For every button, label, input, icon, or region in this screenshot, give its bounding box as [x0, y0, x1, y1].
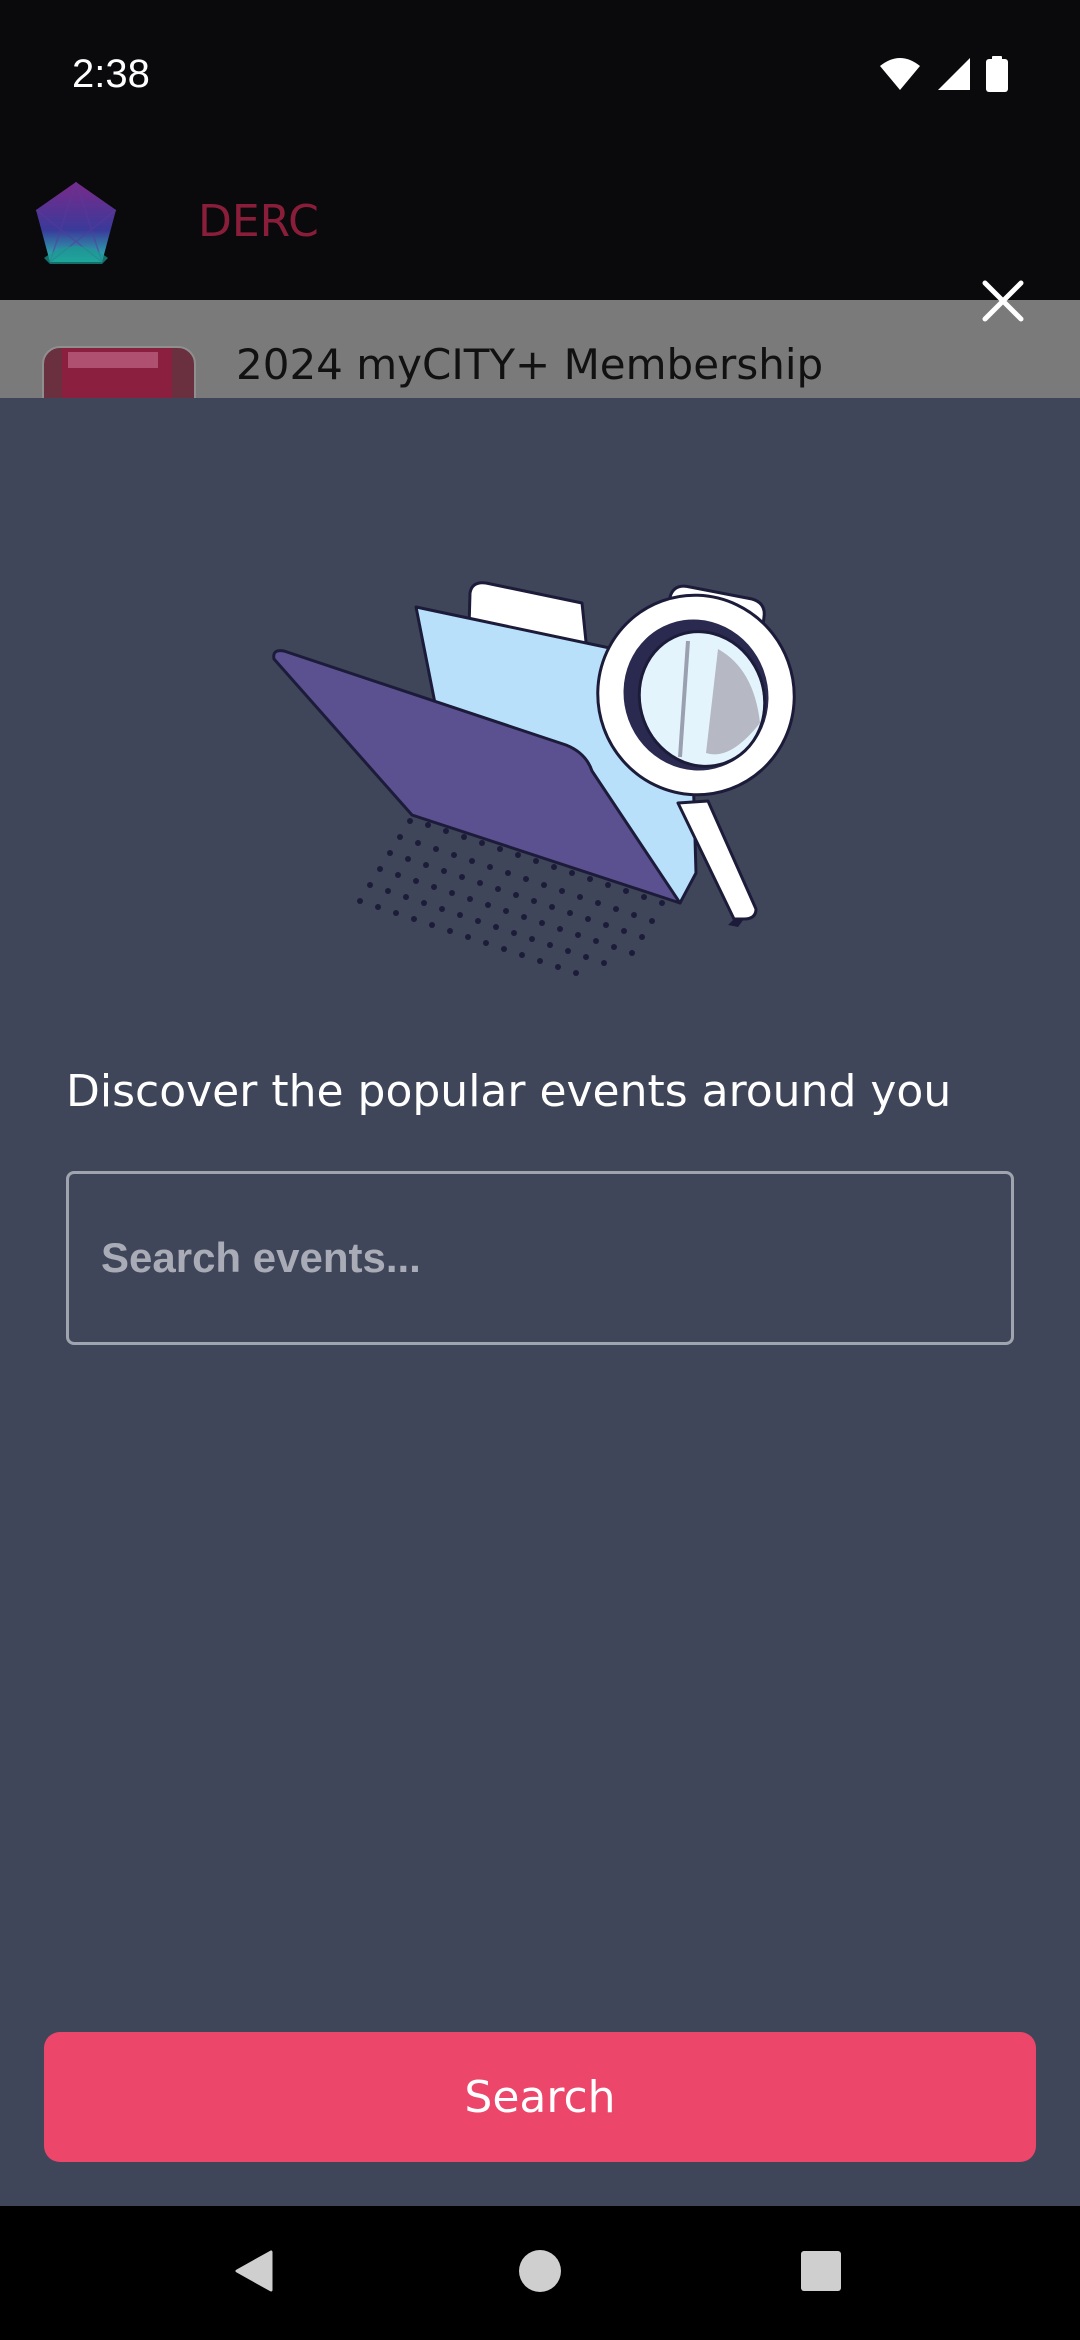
background-item-title: 2024 myCITY+ Membership — [236, 340, 824, 389]
folder-magnifier-illustration — [260, 573, 810, 1003]
close-button[interactable] — [968, 268, 1038, 338]
nav-home-button[interactable] — [495, 2228, 585, 2318]
discover-heading: Discover the popular events around you — [66, 1066, 952, 1117]
back-icon — [233, 2248, 277, 2298]
search-button-label: Search — [464, 2071, 616, 2123]
status-icons — [878, 56, 1008, 96]
wifi-icon — [878, 56, 922, 96]
recents-icon — [800, 2250, 842, 2296]
signal-icon — [936, 56, 972, 96]
app-logo-icon[interactable] — [30, 178, 122, 270]
background-list: 2024 myCITY+ Membership — [0, 300, 1080, 398]
battery-icon — [986, 56, 1008, 96]
status-time: 2:38 — [72, 52, 150, 96]
app-title: DERC — [198, 196, 319, 247]
close-icon — [981, 279, 1025, 327]
home-icon — [518, 2249, 562, 2297]
app-header: DERC — [0, 150, 1080, 300]
search-input[interactable] — [69, 1174, 1011, 1342]
status-bar: 2:38 — [0, 0, 1080, 150]
event-thumbnail — [42, 346, 196, 398]
nav-back-button[interactable] — [210, 2228, 300, 2318]
screen: 2:38 DERC 2024 myCITY+ Membership Discov… — [0, 0, 1080, 2340]
search-sheet: Discover the popular events around you S… — [0, 398, 1080, 2206]
navigation-bar — [0, 2206, 1080, 2340]
search-field[interactable] — [66, 1171, 1014, 1345]
nav-recents-button[interactable] — [776, 2228, 866, 2318]
search-button[interactable]: Search — [44, 2032, 1036, 2162]
